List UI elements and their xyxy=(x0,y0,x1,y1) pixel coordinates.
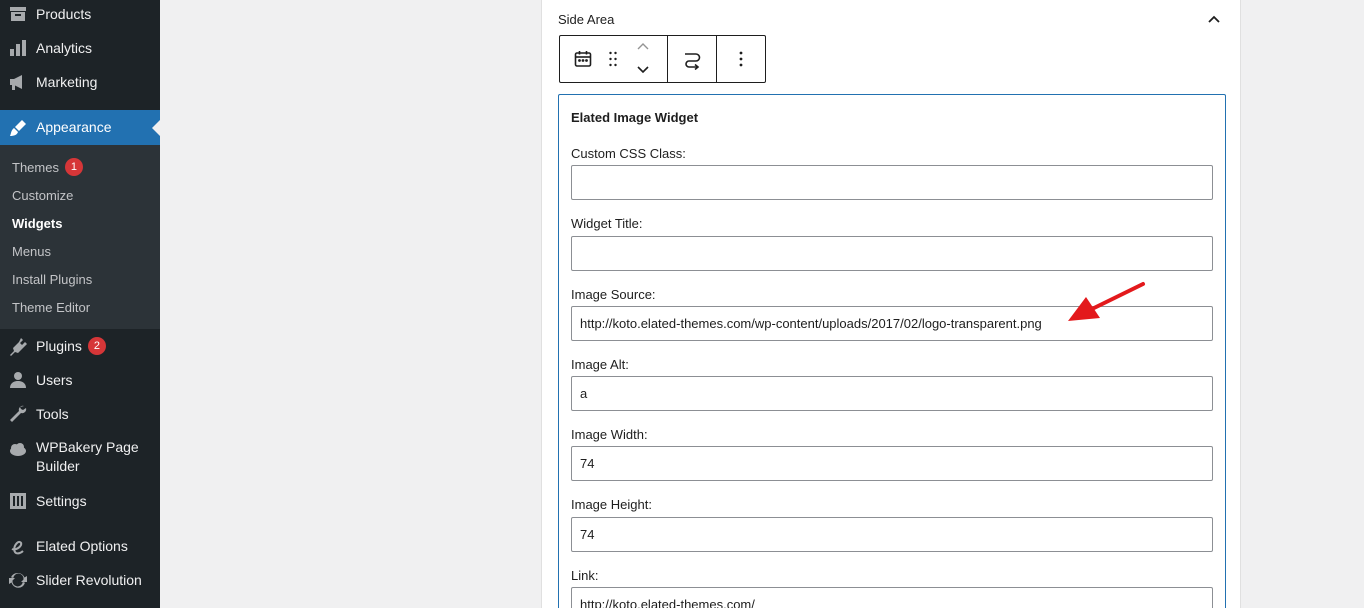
appearance-submenu: Themes 1 Customize Widgets Menus Install… xyxy=(0,145,160,329)
toolbar-group-block xyxy=(560,36,668,82)
update-count-badge: 2 xyxy=(87,337,106,355)
image-alt-input[interactable] xyxy=(571,376,1213,411)
submenu-item-theme-editor[interactable]: Theme Editor xyxy=(12,297,90,317)
menu-label: WPBakery Page Builder xyxy=(36,439,139,474)
move-down-button[interactable] xyxy=(636,62,650,80)
submenu-item-menus[interactable]: Menus xyxy=(12,241,51,261)
admin-sidebar: Products Analytics Marketing Appearance … xyxy=(0,0,160,608)
widget-area-title: Side Area xyxy=(558,12,615,27)
image-width-input[interactable] xyxy=(571,446,1213,481)
submenu-label: Themes xyxy=(12,159,59,175)
menu-label: Products xyxy=(36,5,92,22)
menu-label: Marketing xyxy=(36,73,98,90)
menu-item-slider-revolution[interactable]: Slider Revolution xyxy=(0,563,160,597)
menu-label: Slider Revolution xyxy=(36,571,142,588)
widget-title: Elated Image Widget xyxy=(571,110,699,125)
chevron-down-icon xyxy=(637,66,649,74)
menu-item-users[interactable]: Users xyxy=(0,363,160,397)
menu-label: Tools xyxy=(36,405,69,422)
submenu-item-install-plugins[interactable]: Install Plugins xyxy=(12,269,92,289)
image-height-input[interactable] xyxy=(571,517,1213,552)
image-alt-label: Image Alt: xyxy=(571,357,629,372)
megaphone-icon xyxy=(0,72,36,92)
custom-css-class-input[interactable] xyxy=(571,165,1213,200)
move-up-button[interactable] xyxy=(636,38,650,56)
more-vertical-icon xyxy=(739,51,743,67)
submenu-item-customize[interactable]: Customize xyxy=(12,185,73,205)
widget-area-panel: Side Area Elated Image Widget Custom CSS… xyxy=(541,0,1241,608)
collapse-button[interactable] xyxy=(1204,10,1224,30)
widget-title-input[interactable] xyxy=(571,236,1213,271)
menu-label: Analytics xyxy=(36,39,93,56)
toolbar-group-options xyxy=(717,36,765,82)
custom-css-class-label: Custom CSS Class: xyxy=(571,146,686,161)
transform-button[interactable] xyxy=(668,36,716,82)
refresh-icon xyxy=(0,570,36,590)
menu-item-tools[interactable]: Tools xyxy=(0,397,160,431)
image-source-input[interactable] xyxy=(571,306,1213,341)
elated-logo-icon xyxy=(0,536,36,556)
widget-title-label: Widget Title: xyxy=(571,216,643,231)
toolbar-group-transform xyxy=(668,36,717,82)
image-source-label: Image Source: xyxy=(571,287,656,302)
submenu-label: Menus xyxy=(12,243,52,259)
link-label: Link: xyxy=(571,568,599,583)
options-button[interactable] xyxy=(717,36,765,82)
menu-item-elated-options[interactable]: Elated Options xyxy=(0,529,160,563)
brush-icon xyxy=(0,118,36,138)
menu-item-analytics[interactable]: Analytics xyxy=(0,31,160,65)
menu-item-products[interactable]: Products xyxy=(0,0,160,31)
menu-label: Plugins xyxy=(36,337,82,354)
menu-item-wpbakery[interactable]: WPBakery Page Builder xyxy=(0,438,160,476)
menu-label: Elated Options xyxy=(36,537,128,554)
chevron-up-icon xyxy=(637,43,649,50)
image-height-label: Image Height: xyxy=(571,497,652,512)
drag-handle-icon xyxy=(608,51,617,67)
user-icon xyxy=(0,370,36,390)
sliders-icon xyxy=(0,491,36,511)
submenu-label: Install Plugins xyxy=(12,271,93,287)
submenu-label: Customize xyxy=(12,187,74,203)
submenu-label: Widgets xyxy=(12,215,63,231)
plug-icon xyxy=(0,336,36,356)
archive-icon xyxy=(0,4,36,24)
chevron-up-icon xyxy=(1208,15,1220,23)
block-type-button[interactable] xyxy=(560,36,606,82)
menu-item-plugins[interactable]: Plugins 2 xyxy=(0,329,160,363)
image-widget-form: Elated Image Widget Custom CSS Class: Wi… xyxy=(558,94,1226,608)
update-count-badge: 1 xyxy=(64,158,83,176)
menu-item-marketing[interactable]: Marketing xyxy=(0,65,160,99)
menu-label: Appearance xyxy=(36,119,112,135)
menu-label: Users xyxy=(36,371,73,388)
menu-label: Settings xyxy=(36,492,87,509)
submenu-label: Theme Editor xyxy=(12,299,91,315)
drag-handle[interactable] xyxy=(606,36,620,82)
image-width-label: Image Width: xyxy=(571,427,648,442)
transform-icon xyxy=(685,53,701,70)
bar-chart-icon xyxy=(0,38,36,58)
wrench-icon xyxy=(0,404,36,424)
block-toolbar xyxy=(559,35,766,83)
menu-item-appearance[interactable]: Appearance xyxy=(0,110,160,145)
cloud-icon xyxy=(0,438,36,460)
move-buttons xyxy=(619,36,667,82)
calendar-icon xyxy=(574,51,592,67)
menu-item-settings[interactable]: Settings xyxy=(0,484,160,518)
submenu-item-widgets[interactable]: Widgets xyxy=(12,213,62,233)
link-input[interactable] xyxy=(571,587,1213,608)
submenu-item-themes[interactable]: Themes 1 xyxy=(12,157,83,177)
active-indicator xyxy=(152,119,160,136)
